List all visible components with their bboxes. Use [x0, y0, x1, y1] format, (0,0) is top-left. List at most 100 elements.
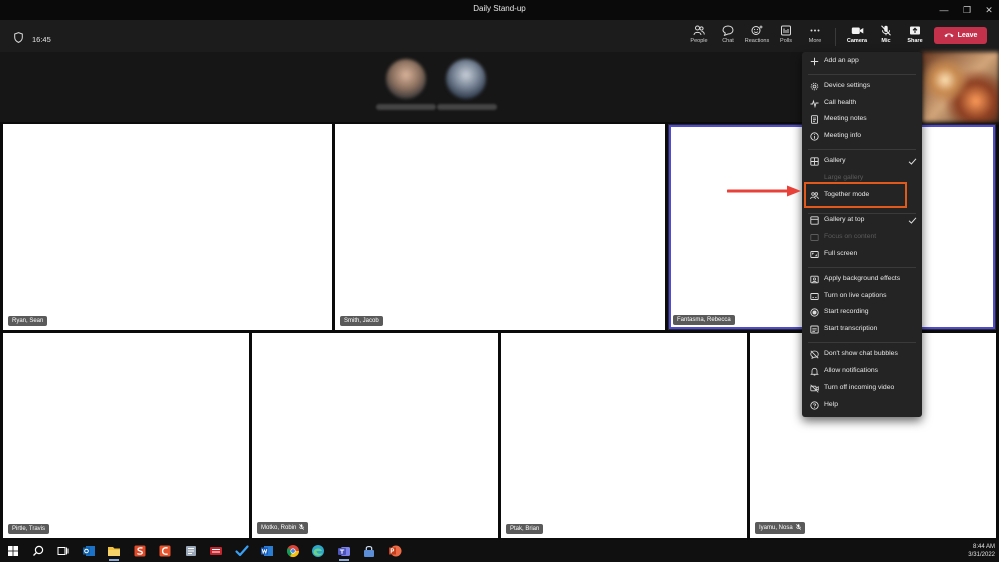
menu-item-meeting-notes[interactable]: Meeting notes: [802, 113, 922, 127]
menu-item-gallery[interactable]: Gallery: [802, 155, 922, 169]
together-mode-highlight-box: [804, 182, 907, 208]
mic-button[interactable]: Mic: [871, 24, 901, 50]
participant-name: Ryan, Sean: [12, 318, 44, 324]
chat-label: Chat: [722, 38, 734, 44]
participant-name-badge: Smith, Jacob: [340, 316, 383, 326]
menu-item-gallery-at-top[interactable]: Gallery at top: [802, 214, 922, 228]
polls-icon: [771, 25, 801, 36]
fullscreen-icon: [810, 251, 819, 258]
camtasia-icon[interactable]: [157, 543, 173, 559]
plus-icon: [810, 57, 819, 66]
avatar[interactable]: [386, 59, 426, 99]
participant-tile[interactable]: Pirtle, Travis: [3, 333, 249, 538]
outlook-icon[interactable]: [81, 543, 97, 559]
menu-item-label: Call health: [824, 99, 857, 106]
teams-meeting-window: Daily Stand-up — ❐ ✕ 16:45 People Chat R…: [0, 0, 999, 562]
menu-item-label: Focus on content: [824, 233, 877, 240]
participant-name-badge: Ryan, Sean: [8, 316, 48, 326]
maximize-button[interactable]: ❐: [956, 0, 978, 20]
menu-item-label: Turn off incoming video: [824, 384, 895, 391]
teams-icon[interactable]: [336, 543, 352, 561]
participant-name-badge: Motko, Robin: [257, 522, 309, 534]
people-button[interactable]: People: [684, 24, 714, 50]
participant-tile[interactable]: Motko, Robin: [252, 333, 498, 538]
menu-item-start-recording[interactable]: Start recording: [802, 306, 922, 320]
menu-item-label: Help: [824, 401, 838, 408]
participant-name: Ptak, Brian: [510, 526, 540, 532]
hang-up-icon: [944, 32, 954, 40]
app-icon[interactable]: [208, 543, 224, 559]
menu-item-device-settings[interactable]: Device settings: [802, 80, 922, 94]
menu-item-start-transcription[interactable]: Start transcription: [802, 323, 922, 337]
more-label: More: [808, 38, 822, 44]
share-button[interactable]: Share: [900, 24, 930, 50]
task-view-icon[interactable]: [55, 543, 71, 559]
participant-tile[interactable]: Ryan, Sean: [3, 124, 332, 330]
system-clock[interactable]: 8:44 AM 3/31/2022: [968, 543, 995, 559]
background-icon: [810, 275, 819, 284]
reactions-button[interactable]: Reactions: [742, 24, 772, 50]
search-icon[interactable]: [30, 543, 46, 559]
meeting-timer-group: 16:45: [14, 30, 51, 48]
self-video-preview[interactable]: [922, 52, 999, 122]
menu-item-label: Allow notifications: [824, 367, 879, 374]
menu-item-call-health[interactable]: Call health: [802, 97, 922, 111]
gear-icon: [810, 82, 819, 91]
checkmark-icon: [908, 158, 917, 165]
menu-item-add-app[interactable]: Add an app: [802, 55, 922, 69]
record-icon: [810, 308, 819, 317]
chat-button[interactable]: Chat: [713, 24, 743, 50]
menu-item-chat-bubbles[interactable]: Don't show chat bubbles: [802, 348, 922, 362]
menu-item-label: Gallery: [824, 157, 846, 164]
menu-item-label: Meeting notes: [824, 115, 867, 122]
more-actions-menu: Add an app Device settings Call health M…: [802, 52, 922, 417]
windows-start-icon[interactable]: [5, 543, 21, 559]
close-window-button[interactable]: ✕: [978, 0, 999, 20]
menu-item-incoming-video[interactable]: Turn off incoming video: [802, 382, 922, 396]
checkmark-icon: [908, 217, 917, 224]
lock-app-icon[interactable]: [361, 543, 377, 559]
menu-item-allow-notifications[interactable]: Allow notifications: [802, 365, 922, 379]
menu-item-full-screen[interactable]: Full screen: [802, 248, 922, 262]
toolbar-divider: [835, 28, 836, 46]
word-icon[interactable]: [259, 543, 275, 559]
participant-name-badge: Fantasma, Rebecca: [673, 315, 735, 325]
people-label: People: [690, 38, 708, 44]
camera-button[interactable]: Camera: [842, 24, 872, 50]
todo-icon[interactable]: [234, 543, 250, 559]
menu-item-label: Gallery at top: [824, 216, 865, 223]
participant-name-badge: Iyamu, Nosa: [755, 522, 805, 534]
menu-item-label: Full screen: [824, 250, 858, 257]
menu-item-live-captions[interactable]: Turn on live captions: [802, 290, 922, 304]
snagit-icon[interactable]: [132, 543, 148, 559]
menu-item-help[interactable]: Help: [802, 399, 922, 413]
people-icon: [684, 25, 714, 36]
powerpoint-icon[interactable]: [387, 543, 403, 559]
captions-icon: [810, 293, 819, 300]
participant-name: Pirtle, Travis: [12, 526, 46, 532]
menu-item-label: Large gallery: [824, 174, 864, 181]
chrome-icon[interactable]: [285, 543, 301, 559]
polls-label: Polls: [780, 38, 792, 44]
onenote-icon[interactable]: [183, 543, 199, 559]
leave-button[interactable]: Leave: [934, 27, 987, 44]
menu-item-label: Turn on live captions: [824, 292, 887, 299]
participant-tile[interactable]: Smith, Jacob: [335, 124, 665, 330]
menu-item-meeting-info[interactable]: Meeting info: [802, 130, 922, 144]
gallery-top-icon: [810, 216, 819, 225]
participant-tile[interactable]: Ptak, Brian: [501, 333, 747, 538]
avatar-caption: [437, 104, 497, 110]
more-button[interactable]: More: [800, 24, 830, 50]
grid-icon: [810, 157, 819, 166]
menu-item-label: Add an app: [824, 57, 859, 64]
menu-item-background-effects[interactable]: Apply background effects: [802, 273, 922, 287]
avatar-caption: [376, 104, 436, 110]
polls-button[interactable]: Polls: [771, 24, 801, 50]
share-icon: [900, 25, 930, 36]
edge-icon[interactable]: [310, 543, 326, 559]
file-explorer-icon[interactable]: [106, 543, 122, 561]
minimize-button[interactable]: —: [933, 0, 955, 20]
avatar[interactable]: [446, 59, 486, 99]
menu-item-label: Meeting info: [824, 132, 862, 139]
menu-item-label: Apply background effects: [824, 275, 901, 282]
